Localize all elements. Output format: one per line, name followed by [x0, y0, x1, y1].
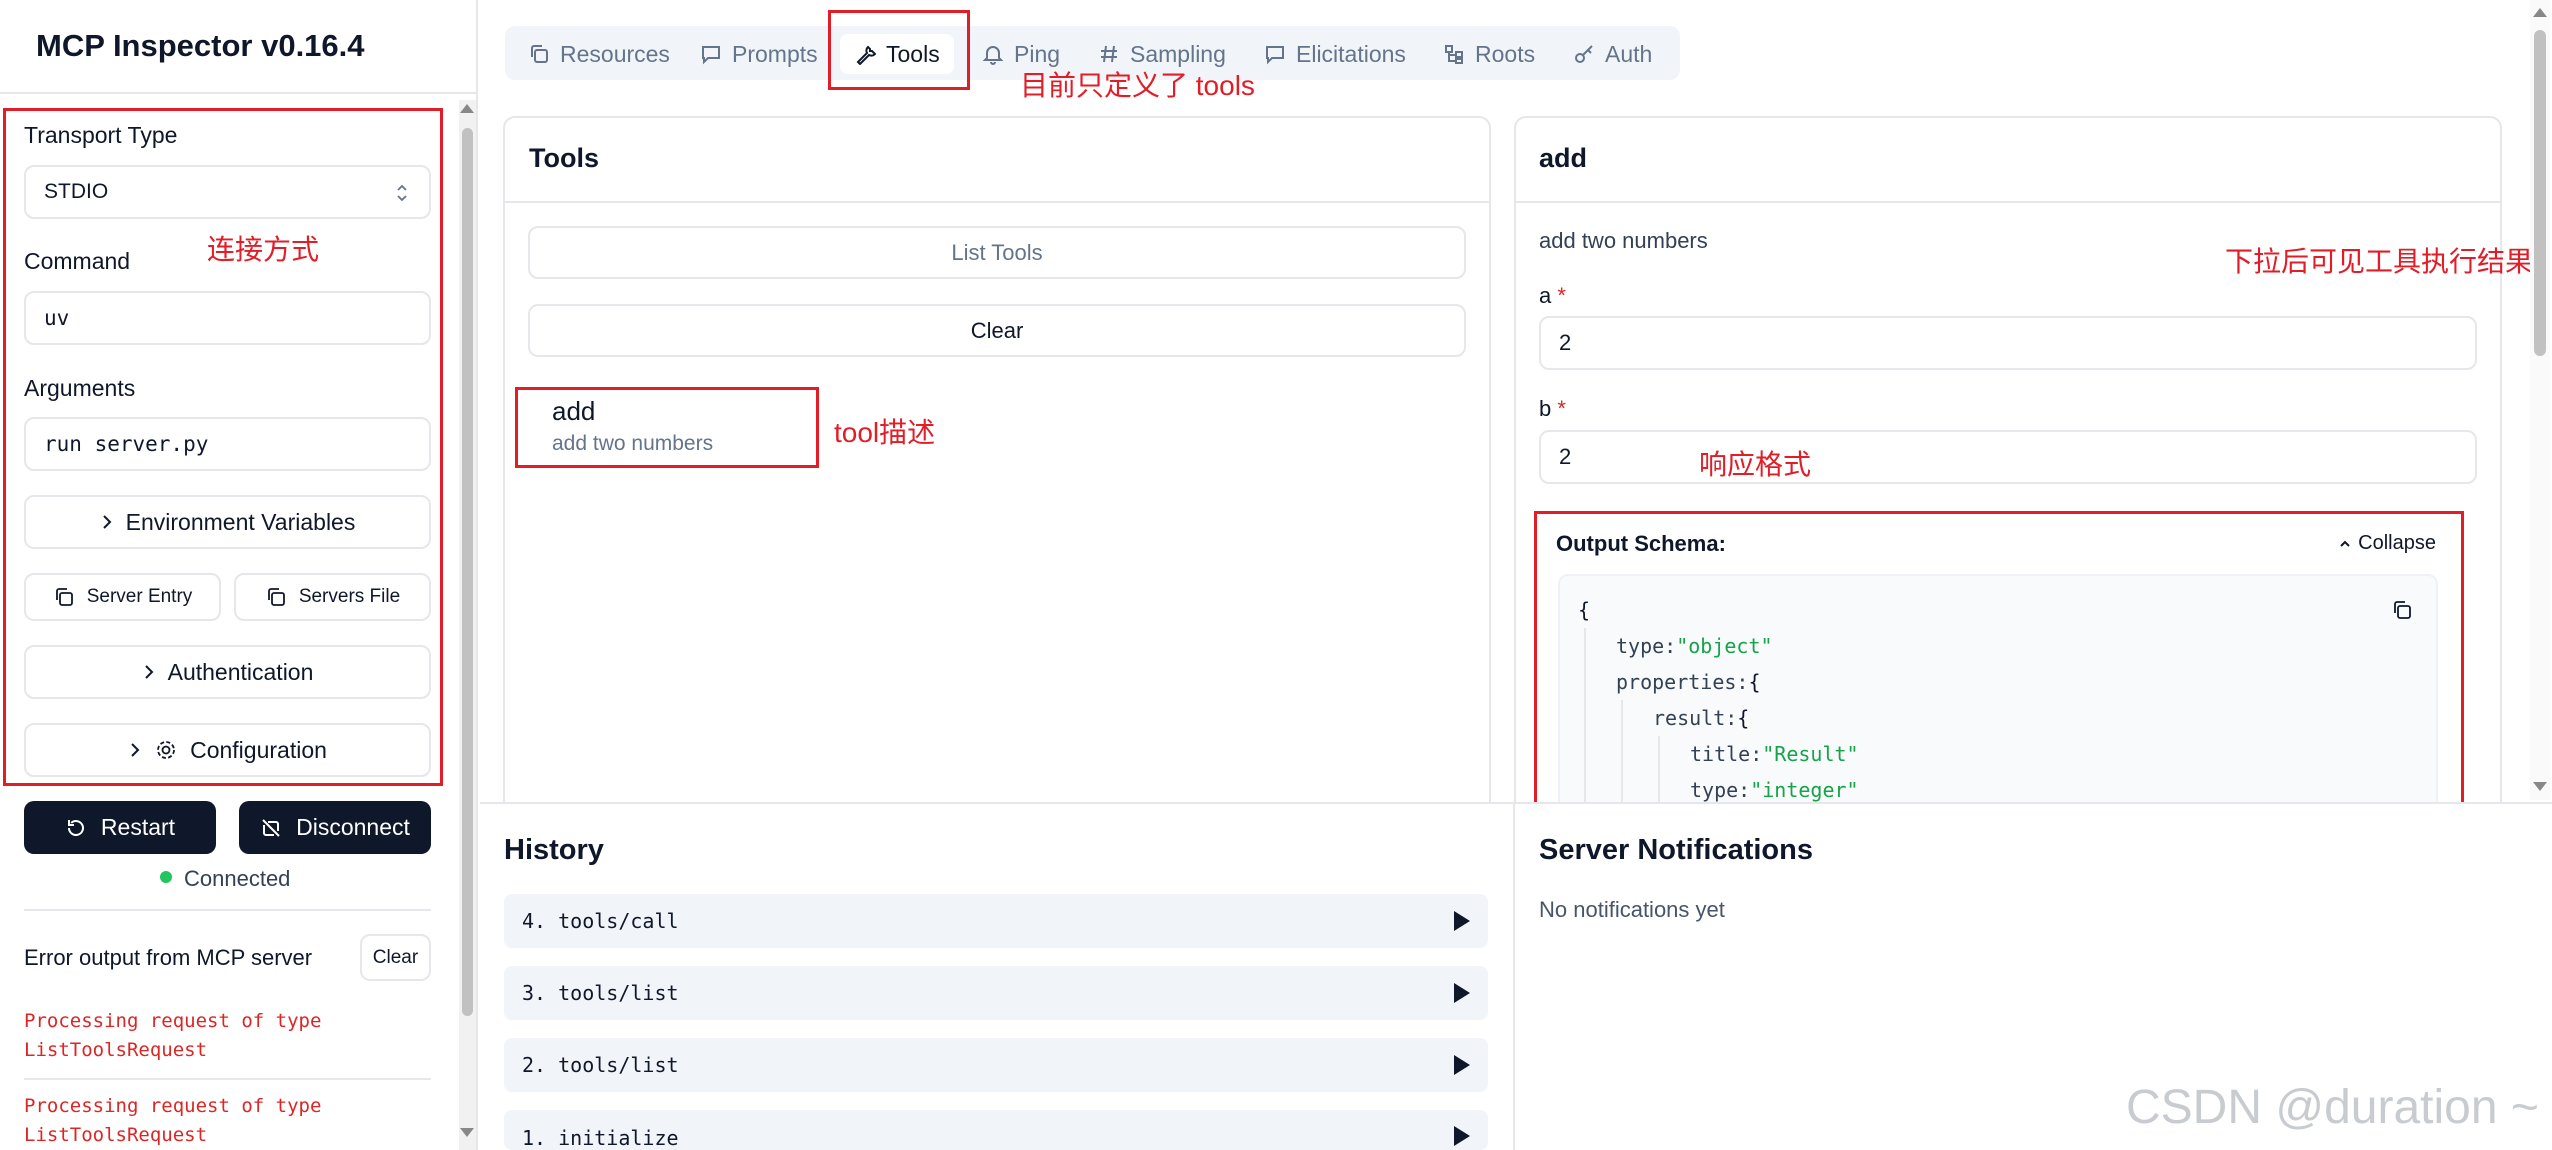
expand-arrow-icon[interactable] [1454, 983, 1470, 1003]
divider [24, 1078, 431, 1080]
history-item[interactable]: 4. tools/call [504, 894, 1488, 948]
annotation-connection: 连接方式 [207, 234, 320, 265]
watermark: CSDN @duration ~ [2126, 1081, 2539, 1134]
status-dot [160, 871, 172, 883]
tool-detail-title: add [1539, 143, 1588, 173]
scroll-down-arrow-icon[interactable] [460, 1128, 474, 1137]
error-entry: Processing request of type ListToolsRequ… [24, 1007, 321, 1065]
sidebar-scrollbar[interactable] [459, 100, 476, 1150]
history-item-label: 2. tools/list [522, 1053, 679, 1077]
expand-arrow-icon[interactable] [1454, 1126, 1470, 1146]
error-line: Processing request of type [24, 1010, 322, 1032]
notifications-title: Server Notifications [1539, 834, 1813, 866]
annotation-response-format: 响应格式 [1699, 449, 1812, 480]
required-mark: * [1557, 283, 1566, 308]
history-item[interactable]: 2. tools/list [504, 1038, 1488, 1092]
error-entry: Processing request of type ListToolsRequ… [24, 1092, 321, 1150]
annotation-tools-only: 目前只定义了 tools [1020, 70, 1255, 101]
tab-label: Auth [1605, 40, 1653, 67]
connection-highlight-box [3, 108, 443, 786]
error-line: Processing request of type [24, 1095, 322, 1117]
message-icon [1266, 46, 1284, 65]
restart-label: Restart [100, 814, 176, 840]
history-item[interactable]: 3. tools/list [504, 966, 1488, 1020]
tool-item-highlight-box [515, 387, 819, 468]
scroll-up-arrow-icon[interactable] [460, 104, 474, 113]
tab-label: Roots [1475, 40, 1536, 67]
annotation-scroll-result: 下拉后可见工具执行结果 [2225, 246, 2534, 277]
expand-arrow-icon[interactable] [1454, 911, 1470, 931]
tab-label: Prompts [732, 40, 818, 67]
tree-icon [1445, 45, 1463, 64]
tab-auth[interactable]: Auth [1573, 34, 1652, 74]
notifications-empty: No notifications yet [1539, 897, 1725, 922]
restart-button[interactable]: Restart [24, 801, 216, 854]
key-icon [1575, 45, 1593, 63]
history-title: History [504, 834, 604, 866]
scroll-up-arrow-icon[interactable] [2533, 8, 2547, 17]
output-schema-highlight-box [1534, 511, 2464, 809]
error-output-title: Error output from MCP server [24, 945, 313, 970]
tool-detail-description: add two numbers [1539, 228, 1708, 253]
tab-elicitations[interactable]: Elicitations [1264, 34, 1406, 74]
history-item-label: 4. tools/call [522, 909, 679, 933]
error-clear-button[interactable]: Clear [360, 934, 431, 981]
tab-label: Resources [560, 40, 670, 67]
tab-resources[interactable]: Resources [528, 34, 670, 74]
divider [505, 201, 1489, 203]
tools-tab-highlight-box [828, 10, 970, 90]
annotation-tool-desc: tool描述 [834, 417, 936, 448]
tab-label: Elicitations [1296, 40, 1406, 67]
prompts-icon [702, 46, 720, 65]
param-b-label: b * [1539, 396, 1566, 422]
divider [24, 909, 431, 911]
unplug-icon [262, 818, 280, 837]
sidebar-divider [0, 92, 478, 94]
disconnect-label: Disconnect [296, 814, 410, 840]
main-scrollbar[interactable] [2530, 0, 2550, 800]
error-line: ListToolsRequest [24, 1039, 208, 1061]
bell-icon [982, 46, 1004, 65]
tools-panel-title: Tools [529, 143, 599, 173]
main-scrollbar-thumb[interactable] [2534, 30, 2546, 356]
history-item-label: 3. tools/list [522, 981, 679, 1005]
param-a-input[interactable]: 2 [1539, 316, 2477, 370]
sidebar-scrollbar-thumb[interactable] [462, 128, 473, 1016]
app-title: MCP Inspector v0.16.4 [36, 28, 365, 63]
param-name: a [1539, 283, 1552, 308]
param-b-input[interactable]: 2 [1539, 430, 2477, 484]
param-name: b [1539, 396, 1552, 421]
hash-icon [1101, 45, 1117, 63]
sidebar: MCP Inspector v0.16.4 Transport Type STD… [0, 0, 478, 1150]
clear-tools-button[interactable]: Clear [528, 304, 1466, 357]
tab-roots[interactable]: Roots [1443, 34, 1535, 74]
list-tools-button[interactable]: List Tools [528, 226, 1466, 279]
divider [1516, 201, 2500, 203]
connection-status: Connected [184, 866, 291, 891]
scroll-down-arrow-icon[interactable] [2533, 782, 2547, 791]
required-mark: * [1557, 396, 1566, 421]
disconnect-button[interactable]: Disconnect [239, 801, 431, 854]
history-item[interactable]: 1. initialize [504, 1110, 1488, 1150]
restart-icon [67, 819, 84, 836]
tab-prompts[interactable]: Prompts [700, 34, 818, 74]
expand-arrow-icon[interactable] [1454, 1055, 1470, 1075]
pane-divider [1513, 804, 1515, 1150]
error-line: ListToolsRequest [24, 1124, 208, 1146]
history-item-label: 1. initialize [522, 1126, 679, 1150]
param-a-label: a * [1539, 283, 1566, 309]
resources-icon [531, 45, 548, 63]
